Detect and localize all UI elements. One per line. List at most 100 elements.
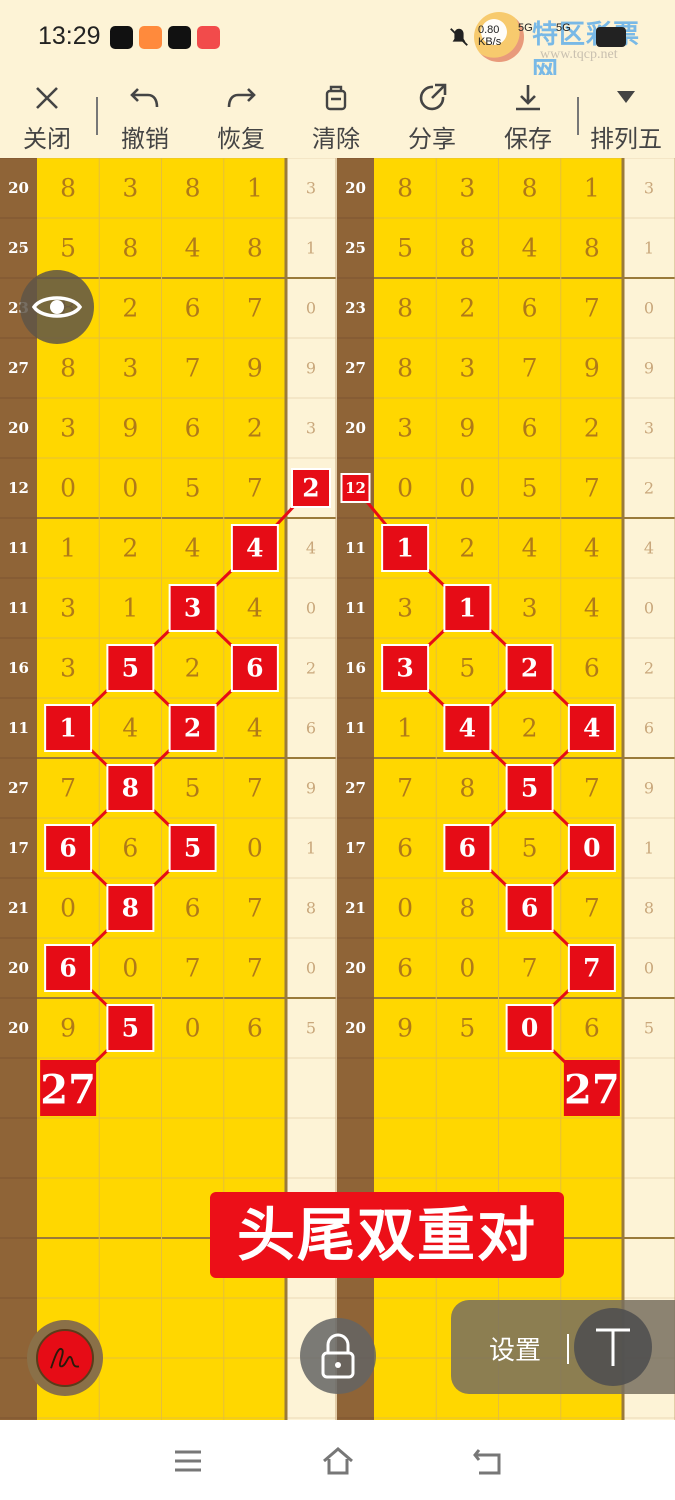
sum-value: 11 (345, 719, 366, 737)
digit-cell: 0 (397, 894, 413, 923)
digit-cell: 0 (397, 474, 413, 503)
close-icon (36, 87, 58, 109)
tail-value: 0 (306, 959, 316, 978)
tail-value: 3 (644, 419, 654, 438)
text-tool-button[interactable] (574, 1308, 652, 1386)
digit-cell: 6 (185, 414, 201, 443)
digit-cell: 3 (459, 174, 475, 203)
digit-cell: 7 (247, 774, 263, 803)
digit-cell: 3 (122, 354, 138, 383)
digit-cell: 8 (185, 174, 201, 203)
network-speed: 0.80 KB/s (478, 24, 502, 48)
digit-cell: 8 (459, 234, 475, 263)
tail-value: 4 (644, 539, 654, 558)
eye-toggle-button[interactable] (20, 270, 94, 344)
menu-icon[interactable] (171, 1444, 205, 1478)
sum-value: 11 (8, 719, 29, 737)
toolbar-divider (577, 97, 579, 135)
digit-cell: 0 (459, 474, 475, 503)
chart-board[interactable]: 2083813255848123826702783799203962312005… (0, 158, 675, 1420)
sum-value: 25 (345, 239, 366, 257)
digit-cell: 2 (459, 534, 475, 563)
tail-value: 9 (306, 779, 316, 798)
highlight-value: 5 (122, 1014, 139, 1043)
sum-value: 27 (8, 359, 29, 377)
tail-value: 8 (306, 899, 316, 918)
lock-button[interactable] (300, 1318, 376, 1394)
digit-cell: 7 (247, 294, 263, 323)
sum-value: 20 (345, 1019, 366, 1037)
tail-value: 0 (306, 599, 316, 618)
save-label: 保存 (504, 125, 552, 153)
red-app-icon (197, 26, 220, 49)
digit-cell: 0 (185, 1014, 201, 1043)
tail-value: 5 (306, 1019, 316, 1038)
eye-icon (31, 296, 83, 318)
digit-cell: 5 (459, 1014, 475, 1043)
sum-value: 25 (8, 239, 29, 257)
share-button[interactable]: 分享 (387, 75, 477, 158)
tail-value: 3 (306, 179, 316, 198)
lock-icon (321, 1333, 355, 1379)
digit-cell: 0 (60, 894, 76, 923)
settings-button[interactable]: 设置 (489, 1330, 541, 1367)
digit-cell: 2 (459, 294, 475, 323)
digit-cell: 7 (247, 474, 263, 503)
undo-icon (130, 88, 159, 108)
digit-cell: 7 (522, 354, 538, 383)
digit-cell: 9 (397, 1014, 413, 1043)
digit-cell: 9 (459, 414, 475, 443)
caret-down-icon (617, 91, 635, 103)
digit-cell: 4 (122, 714, 138, 743)
sum-value: 20 (345, 179, 366, 197)
toolbar-divider (96, 97, 98, 135)
digit-cell: 5 (185, 474, 201, 503)
digit-cell: 7 (185, 954, 201, 983)
redo-icon (227, 88, 256, 108)
digit-cell: 8 (459, 774, 475, 803)
banner-title: 头尾双重对 (210, 1192, 564, 1278)
digit-cell: 6 (397, 834, 413, 863)
digit-cell: 0 (247, 834, 263, 863)
digit-cell: 2 (522, 714, 538, 743)
tail-value: 5 (644, 1019, 654, 1038)
digit-cell: 5 (60, 234, 76, 263)
digit-cell: 6 (522, 294, 538, 323)
digit-cell: 7 (584, 894, 600, 923)
sum-value: 20 (8, 419, 29, 437)
digit-cell: 9 (122, 414, 138, 443)
tail-value: 9 (644, 359, 654, 378)
status-bar: 13:29 特区彩票网 www.tqcp.net 0.80 KB/s 5G 5G (0, 0, 675, 87)
highlight-value: 7 (583, 954, 600, 983)
highlight-value: 0 (521, 1014, 538, 1043)
undo-button[interactable]: 撤销 (100, 75, 190, 158)
tail-value: 9 (644, 779, 654, 798)
digit-cell: 8 (397, 354, 413, 383)
redo-button[interactable]: 恢复 (196, 75, 286, 158)
digit-cell: 3 (397, 414, 413, 443)
close-button[interactable]: 关闭 (2, 75, 92, 158)
save-button[interactable]: 保存 (483, 75, 573, 158)
eraser-icon (325, 85, 347, 111)
highlight-value: 6 (59, 954, 76, 983)
digit-cell: 9 (247, 354, 263, 383)
highlight-value: 0 (583, 834, 600, 863)
highlight-value: 1 (459, 594, 476, 623)
digit-cell: 6 (522, 414, 538, 443)
digit-cell: 5 (459, 654, 475, 683)
digit-cell: 2 (584, 414, 600, 443)
digit-cell: 4 (185, 534, 201, 563)
tail-value: 2 (644, 479, 654, 498)
sum-value: 11 (345, 599, 366, 617)
digit-cell: 3 (60, 654, 76, 683)
share-label: 分享 (408, 125, 456, 153)
digit-cell: 8 (584, 234, 600, 263)
highlight-value: 4 (246, 534, 263, 563)
mode-dropdown[interactable]: 排列五 (581, 75, 671, 158)
pen-tool-button[interactable] (27, 1320, 103, 1396)
clear-button[interactable]: 清除 (291, 75, 381, 158)
back-icon[interactable] (471, 1444, 505, 1478)
digit-cell: 3 (122, 174, 138, 203)
home-icon[interactable] (321, 1444, 355, 1478)
sum-value: 27 (345, 359, 366, 377)
